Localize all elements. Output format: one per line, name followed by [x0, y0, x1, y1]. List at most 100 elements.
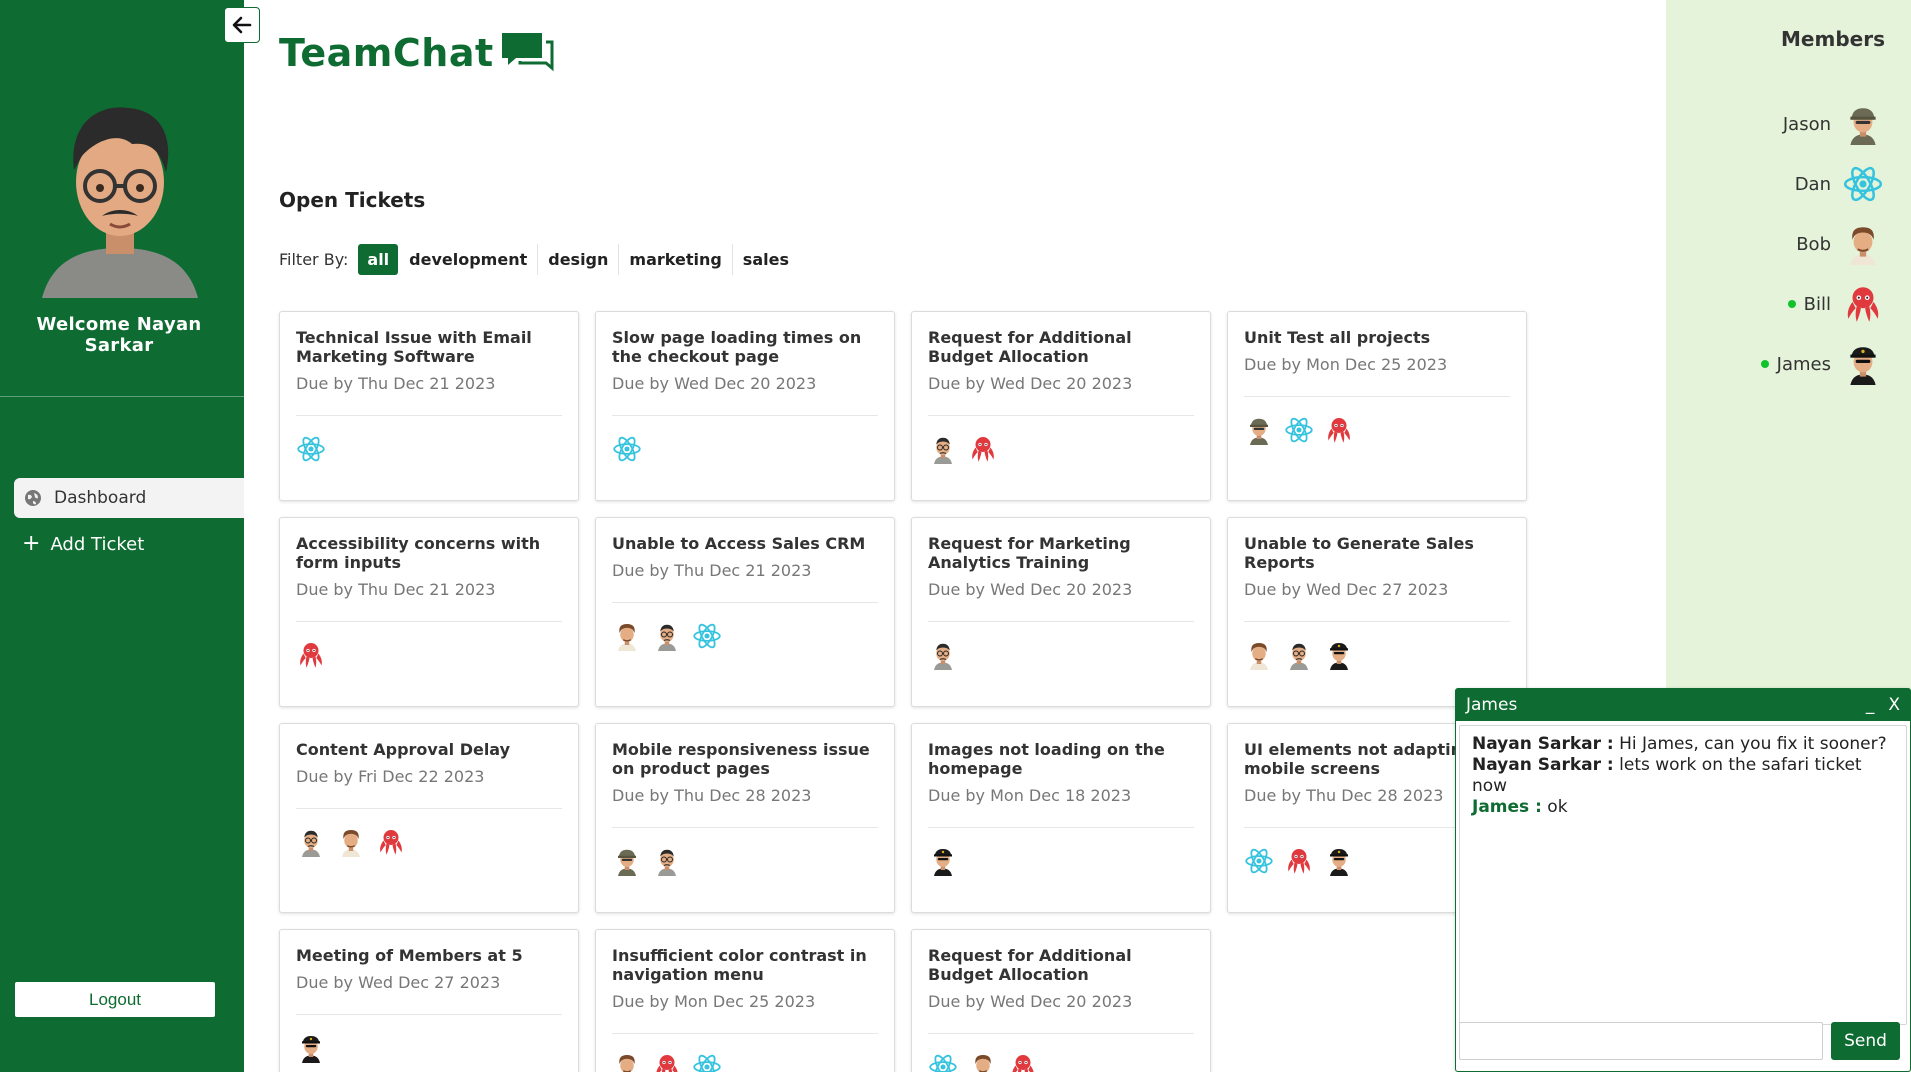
ticket-assignees — [928, 1052, 1194, 1072]
filter-marketing[interactable]: marketing — [619, 244, 733, 275]
ticket-title: Unable to Generate Sales Reports — [1244, 534, 1474, 572]
filter-sales[interactable]: sales — [733, 244, 799, 275]
filter-label: Filter By: — [279, 250, 349, 269]
plus-icon: + — [22, 531, 41, 556]
message-text: Hi James, can you fix it sooner? — [1613, 734, 1887, 754]
chat-bubbles-icon — [498, 30, 556, 78]
close-chat-button[interactable]: X — [1888, 695, 1900, 715]
ticket-assignees — [296, 1033, 562, 1063]
logout-button[interactable]: Logout — [14, 981, 216, 1018]
sidebar: Welcome Nayan Sarkar Dashboard + Add Tic… — [0, 0, 244, 1072]
ticket-title: Technical Issue with Email Marketing Sof… — [296, 328, 532, 366]
ticket-divider — [928, 827, 1194, 828]
octopus-avatar-icon — [296, 640, 326, 670]
member-item[interactable]: James — [1760, 342, 1885, 386]
avatar-pilot-icon — [1324, 640, 1354, 670]
ticket-title: Request for Additional Budget Allocation — [928, 946, 1132, 984]
react-logo-icon — [692, 621, 722, 651]
member-name: Dan — [1794, 173, 1831, 195]
octopus-avatar-icon — [1008, 1052, 1038, 1072]
ticket-assignees — [296, 434, 562, 464]
member-item[interactable]: Bill — [1787, 282, 1885, 326]
send-button[interactable]: Send — [1831, 1022, 1900, 1060]
chat-window: James _ X Nayan Sarkar : Hi James, can y… — [1455, 688, 1911, 1072]
ticket-title: Unit Test all projects — [1244, 328, 1431, 347]
sidebar-item-label: Add Ticket — [50, 533, 145, 555]
ticket-title: Images not loading on the homepage — [928, 740, 1165, 778]
avatar-glasses-icon — [928, 640, 958, 670]
react-logo-icon — [1841, 162, 1885, 206]
ticket-card[interactable]: Request for Additional Budget Allocation… — [911, 929, 1211, 1072]
ticket-divider — [612, 827, 878, 828]
ticket-assignees — [612, 846, 878, 876]
ticket-card[interactable]: Unit Test all projects Due by Mon Dec 25 … — [1227, 311, 1527, 501]
chat-message-input[interactable] — [1459, 1022, 1823, 1060]
chat-messages: Nayan Sarkar : Hi James, can you fix it … — [1459, 725, 1907, 1025]
ticket-due-date: Due by Mon Dec 18 2023 — [928, 786, 1132, 805]
octopus-avatar-icon — [652, 1052, 682, 1072]
collapse-sidebar-button[interactable] — [224, 7, 260, 43]
ticket-due-date: Due by Wed Dec 20 2023 — [928, 992, 1133, 1011]
avatar-curly-icon — [1244, 640, 1274, 670]
minimize-chat-button[interactable]: _ — [1866, 695, 1875, 715]
ticket-card[interactable]: Insufficient color contrast in navigatio… — [595, 929, 895, 1072]
sidebar-item-add-ticket[interactable]: + Add Ticket — [22, 524, 144, 564]
filter-all[interactable]: all — [358, 244, 399, 275]
member-item[interactable]: Jason — [1783, 102, 1885, 146]
ticket-card[interactable]: Accessibility concerns with form inputs D… — [279, 517, 579, 707]
ticket-divider — [612, 1033, 878, 1034]
ticket-assignees — [612, 1052, 878, 1072]
chat-message: Nayan Sarkar : Hi James, can you fix it … — [1472, 734, 1894, 755]
avatar-glasses-icon — [1284, 640, 1314, 670]
avatar-pilot-icon — [928, 846, 958, 876]
ticket-card[interactable]: Request for Marketing Analytics Training… — [911, 517, 1211, 707]
arrow-left-icon — [232, 16, 252, 34]
avatar-glasses-icon — [652, 621, 682, 651]
online-status-dot — [1760, 360, 1769, 368]
avatar-curly-icon — [336, 827, 366, 857]
avatar-curly-icon — [612, 621, 642, 651]
ticket-due-date: Due by Wed Dec 27 2023 — [1244, 580, 1449, 599]
avatar-cap-icon — [612, 846, 642, 876]
ticket-assignees — [612, 434, 878, 464]
avatar-cap-icon — [1841, 102, 1885, 146]
react-logo-icon — [928, 1052, 958, 1072]
ticket-card[interactable]: Mobile responsiveness issue on product p… — [595, 723, 895, 913]
ticket-card[interactable]: Content Approval Delay Due by Fri Dec 22 … — [279, 723, 579, 913]
ticket-title: Slow page loading times on the checkout … — [612, 328, 862, 366]
ticket-divider — [296, 1014, 562, 1015]
ticket-assignees — [1244, 640, 1510, 670]
member-name: James — [1776, 353, 1831, 375]
ticket-card[interactable]: Technical Issue with Email Marketing Sof… — [279, 311, 579, 501]
ticket-title: Mobile responsiveness issue on product p… — [612, 740, 870, 778]
avatar-glasses-icon — [296, 827, 326, 857]
ticket-card[interactable]: Images not loading on the homepage Due by… — [911, 723, 1211, 913]
react-logo-icon — [1244, 846, 1274, 876]
ticket-divider — [296, 415, 562, 416]
ticket-assignees — [1244, 415, 1510, 445]
globe-icon — [24, 489, 42, 507]
ticket-assignees — [928, 846, 1194, 876]
chat-message: Nayan Sarkar : lets work on the safari t… — [1472, 755, 1894, 797]
filter-development[interactable]: development — [399, 244, 539, 275]
ticket-due-date: Due by Thu Dec 21 2023 — [612, 561, 812, 580]
ticket-card[interactable]: Meeting of Members at 5 Due by Wed Dec 27… — [279, 929, 579, 1072]
ticket-card[interactable]: Unable to Generate Sales Reports Due by W… — [1227, 517, 1527, 707]
ticket-card[interactable]: Request for Additional Budget Allocation… — [911, 311, 1211, 501]
octopus-avatar-icon — [1324, 415, 1354, 445]
ticket-title: Content Approval Delay — [296, 740, 511, 759]
ticket-divider — [928, 415, 1194, 416]
ticket-due-date: Due by Mon Dec 25 2023 — [612, 992, 816, 1011]
ticket-card[interactable]: Unable to Access Sales CRM Due by Thu Dec… — [595, 517, 895, 707]
ticket-assignees — [928, 434, 1194, 464]
ticket-card[interactable]: Slow page loading times on the checkout … — [595, 311, 895, 501]
member-item[interactable]: Dan — [1795, 162, 1885, 206]
ticket-divider — [612, 415, 878, 416]
member-name: Bill — [1803, 293, 1831, 315]
sidebar-item-dashboard[interactable]: Dashboard — [14, 478, 244, 518]
filter-design[interactable]: design — [538, 244, 620, 275]
member-item[interactable]: Bob — [1796, 222, 1885, 266]
avatar-curly-icon — [968, 1052, 998, 1072]
sidebar-item-label: Dashboard — [54, 488, 147, 508]
ticket-due-date: Due by Fri Dec 22 2023 — [296, 767, 485, 786]
